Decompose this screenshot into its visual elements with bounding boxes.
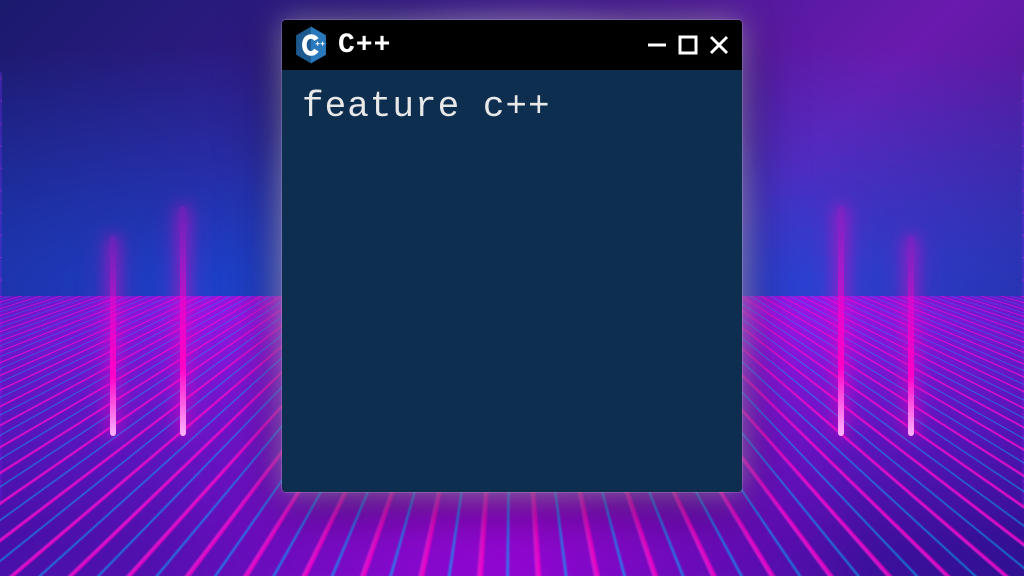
- bg-neon-pillar: [110, 236, 116, 436]
- cpp-logo-icon: [294, 26, 328, 64]
- window-title: C++: [338, 30, 391, 61]
- maximize-button[interactable]: [678, 35, 698, 55]
- titlebar[interactable]: C++: [282, 20, 742, 70]
- bg-neon-pillar: [838, 206, 844, 436]
- terminal-text: feature c++: [302, 86, 722, 127]
- terminal-content[interactable]: feature c++: [282, 70, 742, 492]
- bg-neon-pillar: [180, 206, 186, 436]
- terminal-window: C++ feature c++: [282, 20, 742, 492]
- minimize-button[interactable]: [646, 34, 668, 56]
- close-button[interactable]: [708, 34, 730, 56]
- window-controls: [646, 34, 730, 56]
- bg-neon-pillar: [908, 236, 914, 436]
